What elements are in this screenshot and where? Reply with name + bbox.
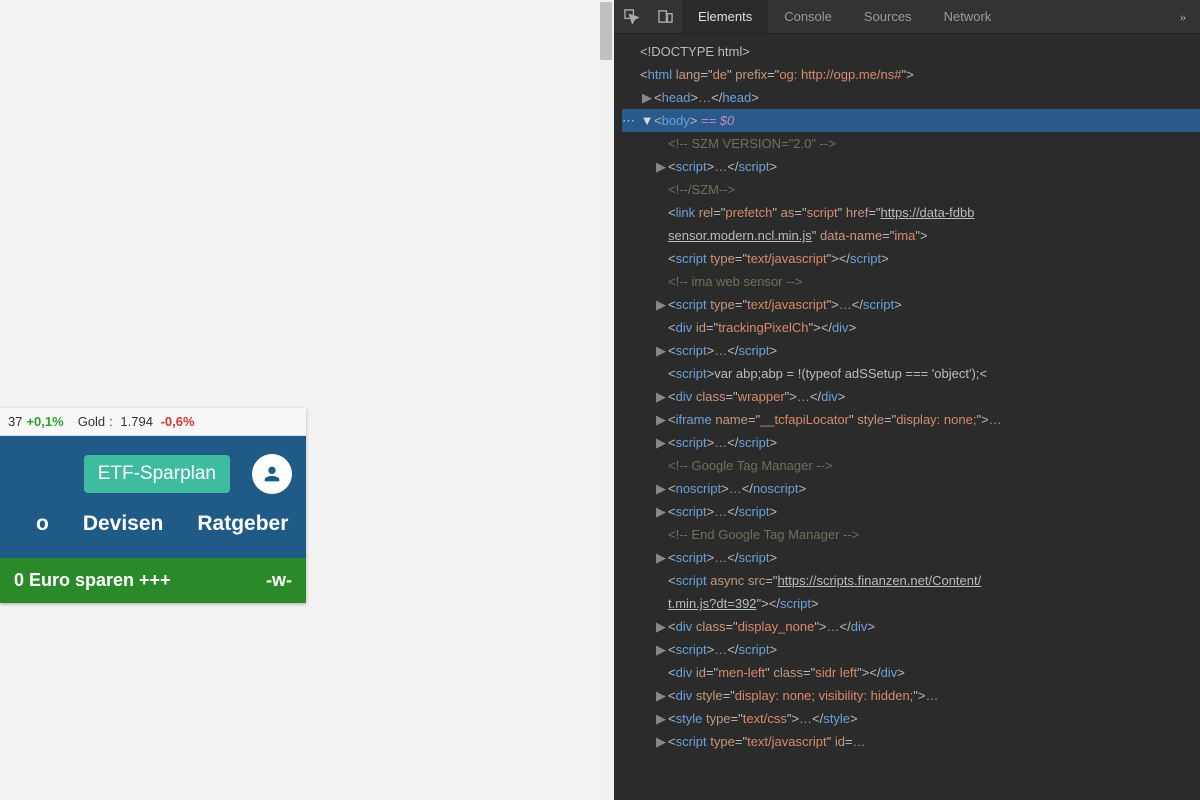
nav-item[interactable]: o [36,512,49,536]
tree-node[interactable]: ▶<iframe name="__tcfapiLocator" style="d… [622,408,1200,431]
ticker-bar: 37 +0,1% Gold: 1.794 -0,6% [0,408,306,436]
tree-node[interactable]: ▶<head>…</head> [622,86,1200,109]
tree-node[interactable]: <!DOCTYPE html> [622,40,1200,63]
tree-node[interactable]: ▶<div class="display_none">…</div> [622,615,1200,638]
tree-node[interactable]: ▶<div style="display: none; visibility: … [622,684,1200,707]
tree-node[interactable]: <script async src="https://scripts.finan… [622,569,1200,592]
tree-node[interactable]: ▶<script>…</script> [622,339,1200,362]
user-icon [261,463,283,485]
tabs-overflow-button[interactable]: » [1166,0,1200,33]
tab-network[interactable]: Network [928,0,1008,33]
tree-node[interactable]: ▶<script type="text/javascript">…</scrip… [622,293,1200,316]
tree-node[interactable]: ▶<noscript>…</noscript> [622,477,1200,500]
tree-node[interactable]: ▶<script>…</script> [622,431,1200,454]
tree-node[interactable]: ▶<script type="text/javascript" id=… [622,730,1200,753]
promo-banner[interactable]: 0 Euro sparen +++ -w- [0,558,306,603]
etf-sparplan-button[interactable]: ETF-Sparplan [84,455,230,493]
tree-node[interactable]: <!-- ima web sensor --> [622,270,1200,293]
tree-node[interactable]: <div id="men-left" class="sidr left"></d… [622,661,1200,684]
tree-node[interactable]: <!-- SZM VERSION="2.0" --> [622,132,1200,155]
tree-node[interactable]: <script>var abp;abp = !(typeof adSSetup … [622,362,1200,385]
ticker-value-1: 37 [8,414,22,429]
dom-tree[interactable]: <!DOCTYPE html> <html lang="de" prefix="… [614,34,1200,800]
tree-node[interactable]: <!-- Google Tag Manager --> [622,454,1200,477]
page-viewport: 37 +0,1% Gold: 1.794 -0,6% ETF-Sparplan … [0,0,614,800]
site-fragment: 37 +0,1% Gold: 1.794 -0,6% ETF-Sparplan … [0,408,306,603]
viewport-scrollbar[interactable] [598,0,614,800]
promo-side-text: -w- [266,570,292,591]
ticker-delta-positive: +0,1% [26,414,63,429]
scrollbar-thumb[interactable] [600,2,612,60]
header-bar: ETF-Sparplan [0,436,306,512]
tree-node-body-selected[interactable]: ⋯▼<body> == $0 [622,109,1200,132]
tree-node[interactable]: <html lang="de" prefix="og: http://ogp.m… [622,63,1200,86]
tree-node[interactable]: t.min.js?dt=392"></script> [622,592,1200,615]
tree-node[interactable]: ▶<style type="text/css">…</style> [622,707,1200,730]
tree-node[interactable]: <script type="text/javascript"></script> [622,247,1200,270]
ticker-label-gold: Gold [78,414,105,429]
ticker-value-2: 1.794 [120,414,153,429]
promo-text: 0 Euro sparen +++ [14,570,248,591]
nav-ratgeber[interactable]: Ratgeber [197,512,288,536]
tab-elements[interactable]: Elements [682,0,768,33]
profile-button[interactable] [252,454,292,494]
tree-node[interactable]: ▶<script>…</script> [622,155,1200,178]
tree-node[interactable]: <div id="trackingPixelCh"></div> [622,316,1200,339]
devtools-panel: Elements Console Sources Network » <!DOC… [614,0,1200,800]
tree-node[interactable]: <!--/SZM--> [622,178,1200,201]
inspect-element-icon[interactable] [614,0,648,33]
device-toolbar-icon[interactable] [648,0,682,33]
ticker-delta-negative: -0,6% [161,414,195,429]
tree-node[interactable]: ▶<div class="wrapper">…</div> [622,385,1200,408]
tree-node[interactable]: ▶<script>…</script> [622,638,1200,661]
nav-devisen[interactable]: Devisen [83,512,164,536]
tree-node[interactable]: sensor.modern.ncl.min.js" data-name="ima… [622,224,1200,247]
tab-sources[interactable]: Sources [848,0,928,33]
tree-node[interactable]: ▶<script>…</script> [622,546,1200,569]
tree-node[interactable]: <!-- End Google Tag Manager --> [622,523,1200,546]
main-nav: o Devisen Ratgeber [0,512,306,558]
devtools-tabbar: Elements Console Sources Network » [614,0,1200,34]
tree-node[interactable]: <link rel="prefetch" as="script" href="h… [622,201,1200,224]
tab-console[interactable]: Console [768,0,848,33]
tree-node[interactable]: ▶<script>…</script> [622,500,1200,523]
